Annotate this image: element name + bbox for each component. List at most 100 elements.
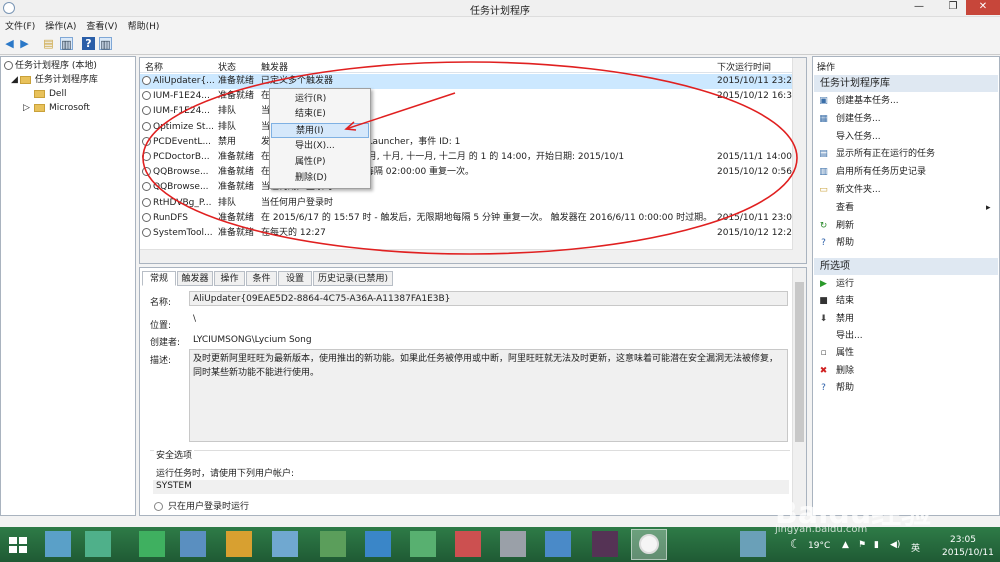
taskbar-app-icon[interactable] (592, 531, 618, 557)
selected-action-export[interactable]: 导出... (818, 329, 863, 344)
horizontal-scrollbar[interactable] (140, 249, 793, 263)
collapse-arrow-icon[interactable]: ◢ (11, 75, 18, 85)
minimize-icon[interactable]: — (906, 0, 932, 15)
taskbar-app-icon[interactable] (320, 531, 346, 557)
network-icon[interactable]: ▮ (874, 540, 879, 550)
table-row[interactable]: IUM-F1E24...准备就绪在2015/10/12 16:31:... (140, 89, 793, 104)
action-import-task[interactable]: 导入任务... (818, 130, 881, 145)
vertical-scrollbar[interactable] (792, 58, 806, 263)
selected-action-delete[interactable]: ✖ 删除 (818, 364, 854, 379)
actions-library-header[interactable]: 任务计划程序库 (814, 75, 998, 92)
up-folder-icon[interactable]: ▤ (42, 37, 55, 50)
menu-file[interactable]: 文件(F) (0, 17, 40, 34)
selected-action-help[interactable]: ? 帮助 (818, 381, 854, 396)
table-row[interactable]: QQBrowse...准备就绪在 后, 重复间隔 1 天 期间每隔 02:00:… (140, 165, 793, 180)
taskbar-app-icon[interactable] (180, 531, 206, 557)
weather-temp[interactable]: 19°C (808, 541, 830, 551)
show-action-pane-icon[interactable]: ▥ (99, 37, 112, 51)
tray-flag-icon[interactable]: ⚑ (858, 540, 866, 550)
ctx-end[interactable]: 结束(E) (271, 107, 369, 122)
cell-text: IUM-F1E24... (153, 91, 210, 102)
expand-arrow-icon[interactable]: ▷ (23, 101, 34, 115)
ime-indicator[interactable]: 英 (911, 541, 920, 554)
taskbar-app-icon[interactable] (272, 531, 298, 557)
ctx-disable[interactable]: 禁用(I) (271, 123, 369, 138)
show-tree-icon[interactable]: ▥ (60, 37, 73, 51)
tab-settings[interactable]: 设置 (278, 271, 312, 286)
ctx-properties[interactable]: 属性(P) (271, 155, 369, 170)
taskbar-app-icon[interactable] (139, 531, 165, 557)
close-icon[interactable]: ✕ (966, 0, 1000, 15)
tree-root[interactable]: 任务计划程序 (本地) (4, 59, 97, 73)
table-row[interactable]: QQBrowse...准备就绪当任何用户登录时 (140, 180, 793, 195)
radio-icon[interactable] (154, 502, 163, 511)
menu-action[interactable]: 操作(A) (40, 17, 81, 34)
action-help[interactable]: ? 帮助 (818, 236, 854, 251)
table-row[interactable]: SystemTool... 准备就绪 在每天的 12:27 2015/10/12 12… (140, 226, 793, 241)
col-next-run[interactable]: 下次运行时间 (717, 60, 771, 73)
table-row[interactable]: RunDFS 准备就绪在 2015/6/17 的 15:57 时 - 触发后，无限… (140, 211, 793, 226)
tab-triggers[interactable]: 触发器 (177, 271, 213, 286)
menu-help[interactable]: 帮助(H) (123, 17, 165, 34)
description-field[interactable]: 及时更新阿里旺旺为最新版本，使用推出的新功能。如果此任务被停用或中断，阿里旺旺就… (189, 349, 788, 442)
taskbar-app-icon[interactable] (545, 531, 571, 557)
selected-action-run[interactable]: ▶ 运行 (818, 277, 854, 292)
detail-scrollbar[interactable] (792, 268, 806, 515)
col-trigger[interactable]: 触发器 (261, 60, 288, 73)
table-row[interactable]: Optimize St... 排队当 (140, 120, 793, 135)
tree-library[interactable]: ◢ 任务计划程序库 (11, 73, 98, 87)
taskbar-app-icon[interactable] (85, 531, 111, 557)
tab-conditions[interactable]: 条件 (246, 271, 277, 286)
tree-item-microsoft[interactable]: ▷ Microsoft (23, 101, 90, 115)
taskbar-app-icon[interactable] (455, 531, 481, 557)
table-row[interactable]: IUM-F1E24... 排队当 (140, 104, 793, 119)
taskbar-app-icon[interactable] (740, 531, 766, 557)
clock-date[interactable]: 2015/10/11 (942, 548, 994, 558)
taskbar-app-icon[interactable] (410, 531, 436, 557)
action-refresh[interactable]: ↻ 刷新 (818, 219, 854, 234)
action-show-running-tasks[interactable]: ▤ 显示所有正在运行的任务 (818, 147, 935, 162)
ctx-run[interactable]: 运行(R) (271, 92, 369, 107)
taskbar-app-icon[interactable] (226, 531, 252, 557)
action-new-folder[interactable]: ▭ 新文件夹... (818, 183, 880, 198)
start-button[interactable] (9, 537, 27, 553)
ctx-export[interactable]: 导出(X)... (271, 139, 369, 154)
tab-general[interactable]: 常规 (142, 271, 176, 286)
restore-icon[interactable]: ❐ (940, 0, 966, 15)
cell-text: 排队 (218, 121, 237, 132)
table-row[interactable]: AliUpdater{... 准备就绪 已定义多个触发器 2015/10/11 23:… (140, 74, 793, 89)
action-view[interactable]: 查看 ▸ (818, 201, 991, 216)
actions-selected-header[interactable]: 所选项 (814, 258, 998, 275)
cell-status: 准备就绪 (218, 150, 260, 165)
volume-icon[interactable]: ◀) (890, 540, 900, 550)
menu-view[interactable]: 查看(V) (81, 17, 122, 34)
col-status[interactable]: 状态 (218, 60, 236, 73)
help-icon[interactable]: ? (82, 37, 95, 50)
table-row[interactable]: RtHDVBg_P... 排队 当任何用户登录时 (140, 196, 793, 211)
selected-action-end[interactable]: ■ 结束 (818, 294, 854, 309)
table-row[interactable]: PCDEventL...禁用发 ation，源: PC-Doctor Launc… (140, 135, 793, 150)
taskbar-app-icon[interactable] (500, 531, 526, 557)
radio-logged-on[interactable]: 只在用户登录时运行 (154, 499, 249, 512)
clock-time[interactable]: 23:05 (950, 535, 976, 545)
name-field[interactable]: AliUpdater{09EAE5D2-8864-4C75-A36A-A1138… (189, 291, 788, 306)
tab-actions[interactable]: 操作 (214, 271, 245, 286)
end-icon: ■ (819, 296, 828, 307)
col-name[interactable]: 名称 (145, 60, 163, 73)
tree-item-dell[interactable]: Dell (23, 87, 66, 101)
taskbar-task-scheduler[interactable] (631, 529, 667, 560)
tree-library-label: 任务计划程序库 (34, 75, 98, 85)
action-create-task[interactable]: ▦ 创建任务... (818, 112, 880, 127)
action-create-basic-task[interactable]: ▣ 创建基本任务... (818, 94, 898, 109)
selected-action-disable[interactable]: ⬇ 禁用 (818, 312, 854, 327)
tab-history[interactable]: 历史记录(已禁用) (313, 271, 393, 286)
table-row[interactable]: PCDoctorB... 准备就绪在 月, 六月, 七月, 八月, 九月, 十月,… (140, 150, 793, 165)
taskbar-app-icon[interactable] (45, 531, 71, 557)
taskbar-app-icon[interactable] (365, 531, 391, 557)
selected-action-properties[interactable]: ▫ 属性 (818, 346, 854, 361)
back-arrow-icon[interactable]: ◀ (3, 37, 16, 50)
action-enable-history[interactable]: ▥ 启用所有任务历史记录 (818, 165, 926, 180)
ctx-delete[interactable]: 删除(D) (271, 171, 369, 186)
forward-arrow-icon[interactable]: ▶ (18, 37, 31, 50)
tray-up-icon[interactable]: ▲ (842, 540, 849, 550)
